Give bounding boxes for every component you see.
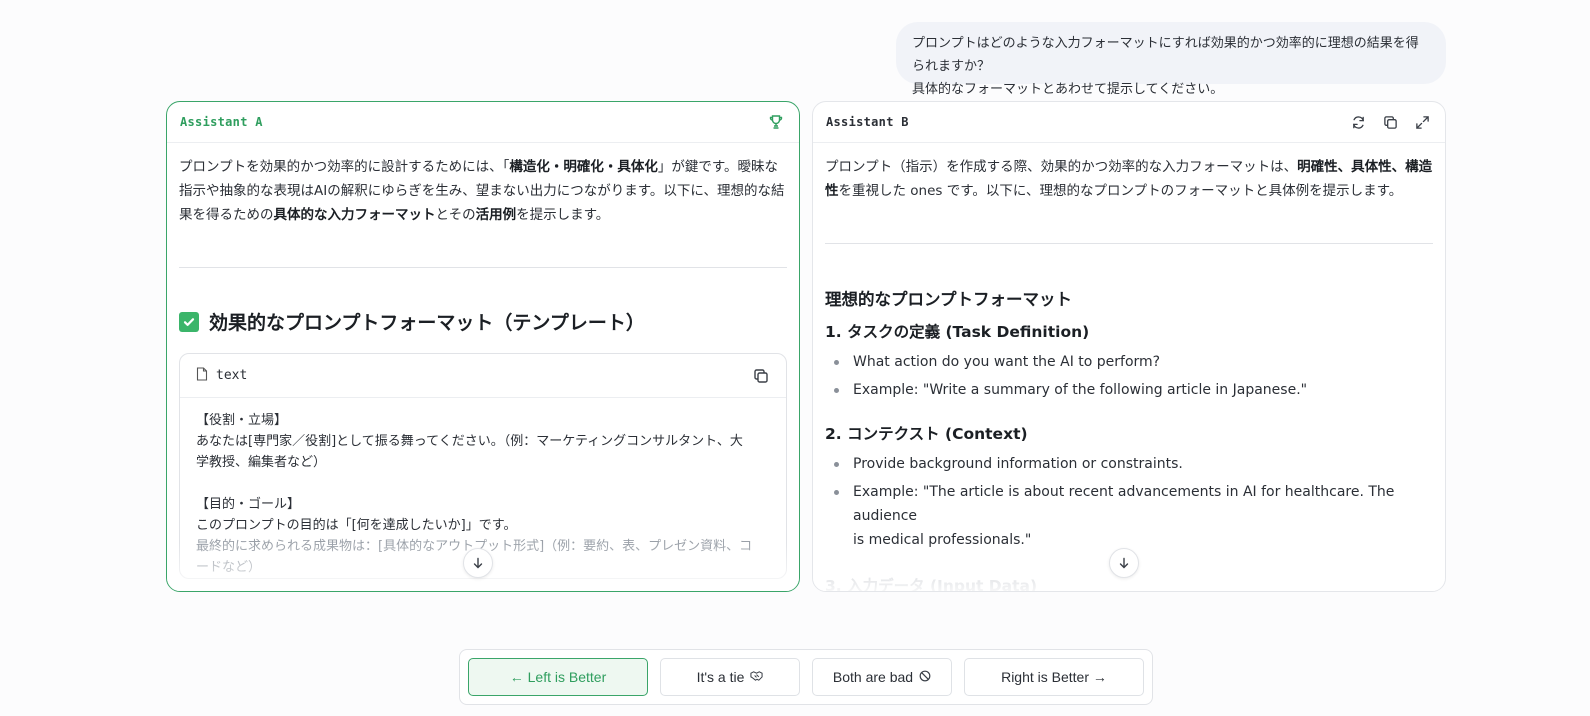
assistant-a-body: プロンプトを効果的かつ効率的に設計するためには、「構造化・明確化・具体化」が鍵で… [167, 143, 799, 591]
code-line: 学教授、編集者など） [196, 455, 327, 470]
bullet-list: What action do you want the AI to perfor… [825, 350, 1433, 402]
handshake-icon [750, 669, 763, 685]
scroll-down-button[interactable] [1109, 548, 1139, 578]
code-line: あなたは[専門家／役割]として振る舞ってください。（例：マーケティングコンサルタ… [196, 434, 743, 449]
bullet-list: Provide background information or constr… [825, 452, 1433, 552]
assistant-a-header: Assistant A [167, 102, 799, 143]
both-bad-button[interactable]: Both are bad [812, 658, 952, 696]
regenerate-icon[interactable] [1347, 111, 1369, 133]
right-is-better-button[interactable]: Right is Better → [964, 658, 1144, 696]
assistant-b-header: Assistant B [813, 102, 1445, 143]
assistant-a-title: Assistant A [180, 115, 263, 129]
assistant-b-panel: Assistant B プロンプト（指示）を作成する際、効果的かつ効率的な入力フ… [812, 101, 1446, 592]
template-heading: 効果的なプロンプトフォーマット（テンプレート） [179, 308, 787, 335]
user-message-bubble: プロンプトはどのような入力フォーマットにすれば効果的かつ効率的に理想の結果を得ら… [896, 22, 1446, 97]
list-item: What action do you want the AI to perfor… [825, 350, 1433, 374]
check-box-icon [179, 311, 199, 332]
code-line: 【目的・ゴール】 [196, 497, 301, 512]
list-item: Provide background information or constr… [825, 452, 1433, 476]
assistant-a-panel: Assistant A プロンプトを効果的かつ効率的に設計するためには、「構造化… [166, 101, 800, 592]
section-title: 1. タスクの定義 (Task Definition) [825, 323, 1090, 341]
code-line: このプロンプトの目的は「[何を達成したいか]」です。 [196, 518, 517, 533]
expand-icon[interactable] [1411, 111, 1433, 133]
code-language: text [196, 366, 247, 385]
vote-bar: ← Left is Better It's a tie Both are bad… [459, 649, 1153, 705]
left-is-better-button[interactable]: ← Left is Better [468, 658, 648, 696]
copy-code-button[interactable] [750, 365, 772, 387]
list-item: Example: "The article is about recent ad… [825, 480, 1433, 552]
code-line: 【役割・立場】 [196, 413, 288, 428]
code-block-header: text [180, 354, 786, 398]
list-item: Example: "Write a summary of the followi… [825, 378, 1433, 402]
assistant-b-body: プロンプト（指示）を作成する際、効果的かつ効率的な入力フォーマットは、明確性、具… [813, 143, 1445, 591]
trophy-icon [765, 111, 787, 133]
user-message-line-1: プロンプトはどのような入力フォーマットにすれば効果的かつ効率的に理想の結果を得ら… [912, 36, 1419, 74]
format-heading: 理想的なプロンプトフォーマット [825, 290, 1073, 309]
code-block: text 【役割・立場】 あなたは[専門家／役割]として振る舞ってください。（例… [179, 353, 787, 579]
assistant-b-intro: プロンプト（指示）を作成する際、効果的かつ効率的な入力フォーマットは、明確性、具… [825, 159, 1433, 199]
divider [825, 243, 1433, 244]
section-title: 2. コンテクスト (Context) [825, 425, 1028, 443]
assistant-a-intro: プロンプトを効果的かつ効率的に設計するためには、「構造化・明確化・具体化」が鍵で… [179, 159, 785, 223]
tie-button[interactable]: It's a tie [660, 658, 800, 696]
copy-icon[interactable] [1379, 111, 1401, 133]
scroll-down-button[interactable] [463, 548, 493, 578]
divider [179, 267, 787, 268]
assistant-b-title: Assistant B [826, 115, 909, 129]
user-message-line-2: 具体的なフォーマットとあわせて提示してください。 [912, 82, 1224, 97]
file-icon [196, 366, 208, 385]
prohibited-icon [919, 669, 931, 685]
